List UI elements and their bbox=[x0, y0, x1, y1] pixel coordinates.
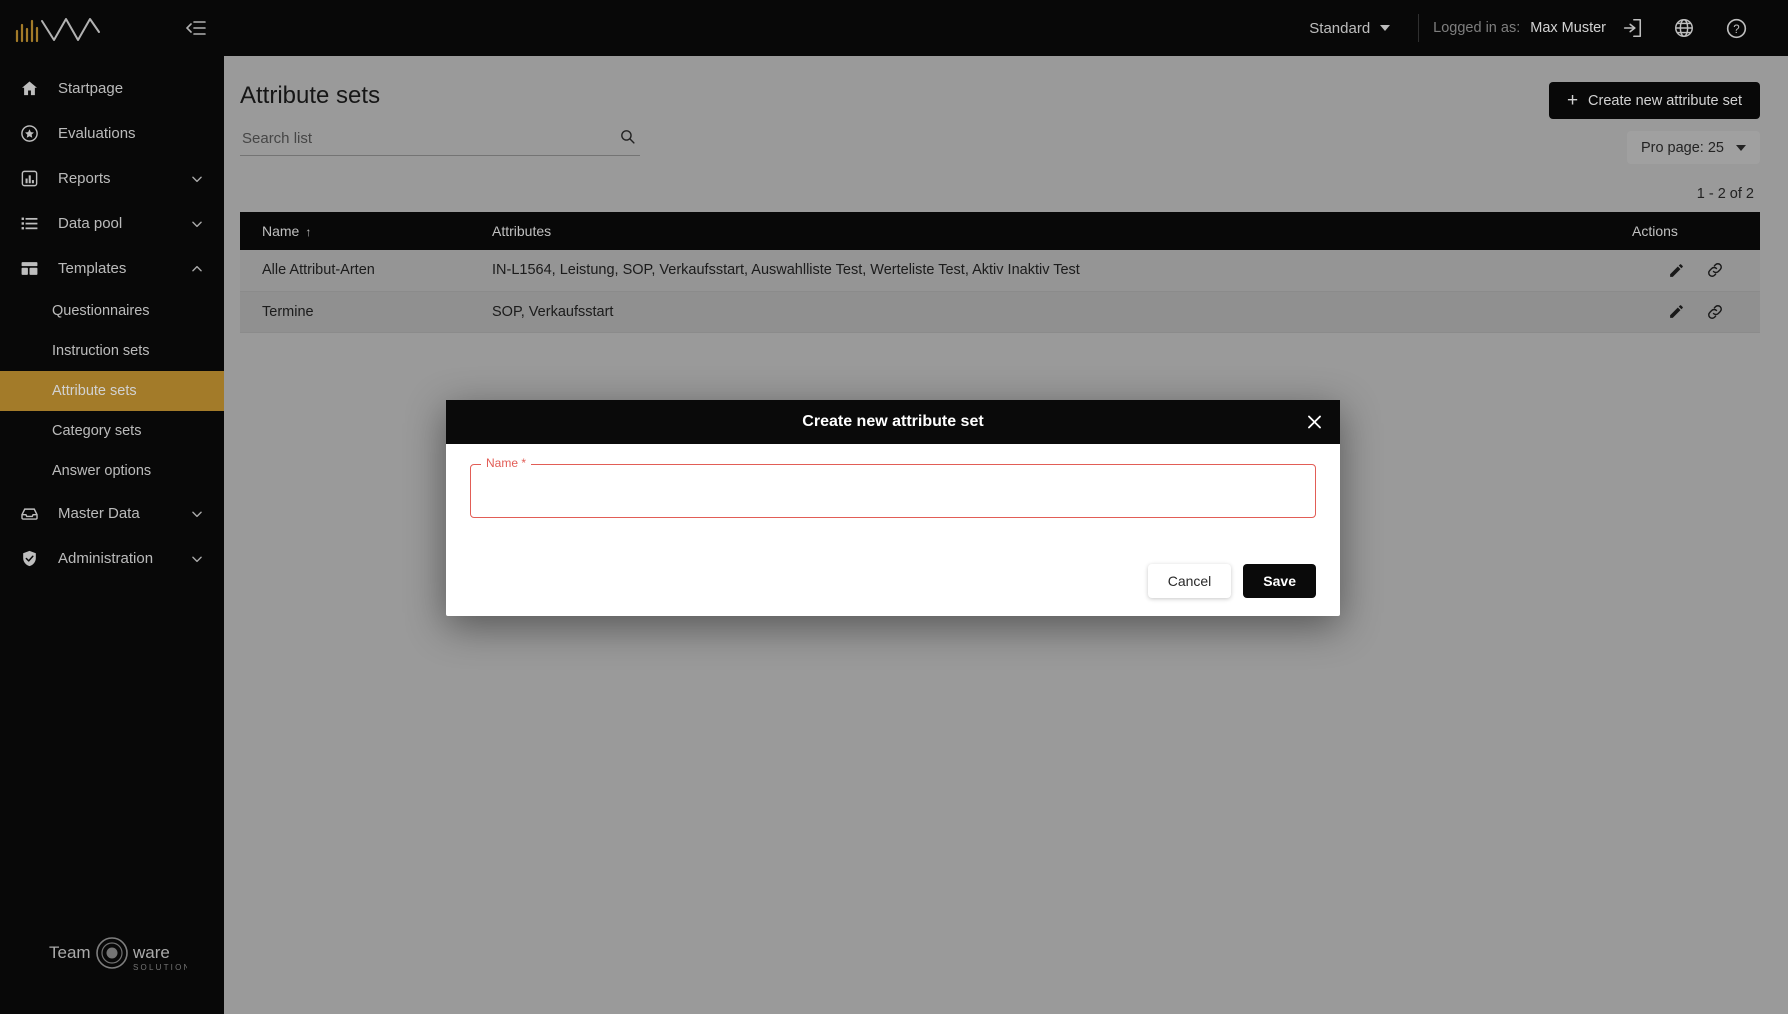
app-root: Standard Logged in as: Max Muster ? Star… bbox=[0, 0, 1788, 1014]
cancel-button[interactable]: Cancel bbox=[1147, 564, 1232, 598]
dialog-body: Name * bbox=[446, 444, 1340, 564]
name-input[interactable] bbox=[471, 465, 1315, 517]
close-icon[interactable] bbox=[1305, 413, 1324, 432]
dialog-title: Create new attribute set bbox=[802, 413, 984, 430]
dialog-header: Create new attribute set bbox=[446, 400, 1340, 444]
name-field-label: Name * bbox=[481, 456, 532, 470]
create-attribute-set-dialog: Create new attribute set Name * Cancel S… bbox=[446, 400, 1340, 616]
save-button[interactable]: Save bbox=[1243, 564, 1316, 598]
dialog-footer: Cancel Save bbox=[446, 564, 1340, 616]
name-field-wrapper: Name * bbox=[470, 456, 1316, 518]
